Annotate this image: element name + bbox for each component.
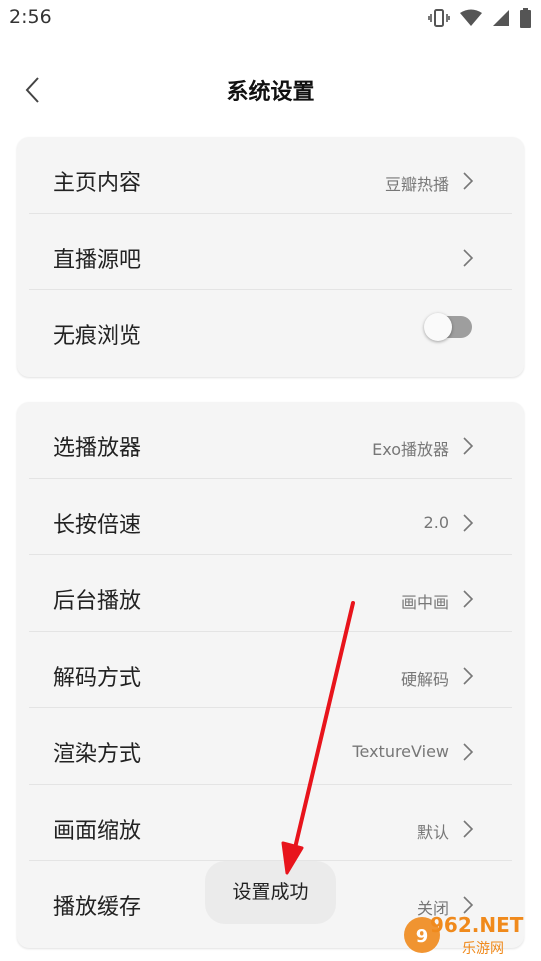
chevron-right-icon [463,172,474,190]
chevron-right-icon [463,590,474,608]
setting-label: 主页内容 [53,171,142,196]
battery-icon [520,8,531,28]
chevron-right-icon [463,896,474,914]
chevron-right-icon [463,513,474,532]
wifi-icon [460,9,482,26]
status-bar: 2:56 [0,0,541,38]
setting-value: 画中画 [400,593,449,612]
setting-row-long-press-speed[interactable]: 长按倍速 2.0 [17,479,524,556]
status-time: 2:56 [9,6,52,28]
watermark-sub: 乐游网 [462,941,504,957]
incognito-toggle[interactable] [424,313,472,341]
setting-value: Exo播放器 [372,440,449,459]
watermark-brand: 962.NET [430,913,524,937]
signal-icon [493,10,509,26]
setting-row-background-play[interactable]: 后台播放 画中画 [17,555,524,632]
setting-label: 画面缩放 [53,818,142,844]
page-title: 系统设置 [226,80,315,105]
setting-row-home-content[interactable]: 主页内容 豆瓣热播 [17,137,524,214]
toggle-knob [424,313,452,341]
setting-label: 播放缓存 [53,895,142,920]
chevron-right-icon [463,743,474,761]
setting-value: 2.0 [423,512,449,532]
setting-value: TextureView [352,742,449,761]
setting-label: 长按倍速 [53,512,142,538]
setting-label: 直播源吧 [53,247,142,273]
settings-group-general: 主页内容 豆瓣热播 直播源吧 无痕浏览 [17,137,524,377]
setting-row-player-select[interactable]: 选播放器 Exo播放器 [17,402,524,479]
setting-label: 解码方式 [53,665,142,691]
app-header: 系统设置 [0,60,541,120]
setting-value: 默认 [416,822,449,842]
setting-label: 后台播放 [53,589,142,614]
chevron-right-icon [463,437,474,455]
chevron-right-icon [463,819,474,838]
chevron-right-icon [463,248,474,267]
svg-text:9: 9 [416,926,429,947]
setting-label: 无痕浏览 [53,324,142,349]
toast-message: 设置成功 [205,861,336,924]
setting-row-scaling[interactable]: 画面缩放 默认 [17,785,524,862]
setting-row-incognito: 无痕浏览 [17,290,524,367]
chevron-right-icon [463,666,474,685]
setting-row-render-mode[interactable]: 渲染方式 TextureView [17,708,524,785]
setting-row-live-source[interactable]: 直播源吧 [17,214,524,291]
status-icons [428,8,531,28]
setting-label: 渲染方式 [53,742,142,767]
setting-row-decode-mode[interactable]: 解码方式 硬解码 [17,632,524,709]
vibrate-icon [428,9,450,27]
setting-label: 选播放器 [53,436,142,461]
watermark-logo: 9 962.NET 乐游网 [402,913,537,957]
setting-value: 豆瓣热播 [384,175,449,194]
setting-value: 硬解码 [400,669,449,689]
